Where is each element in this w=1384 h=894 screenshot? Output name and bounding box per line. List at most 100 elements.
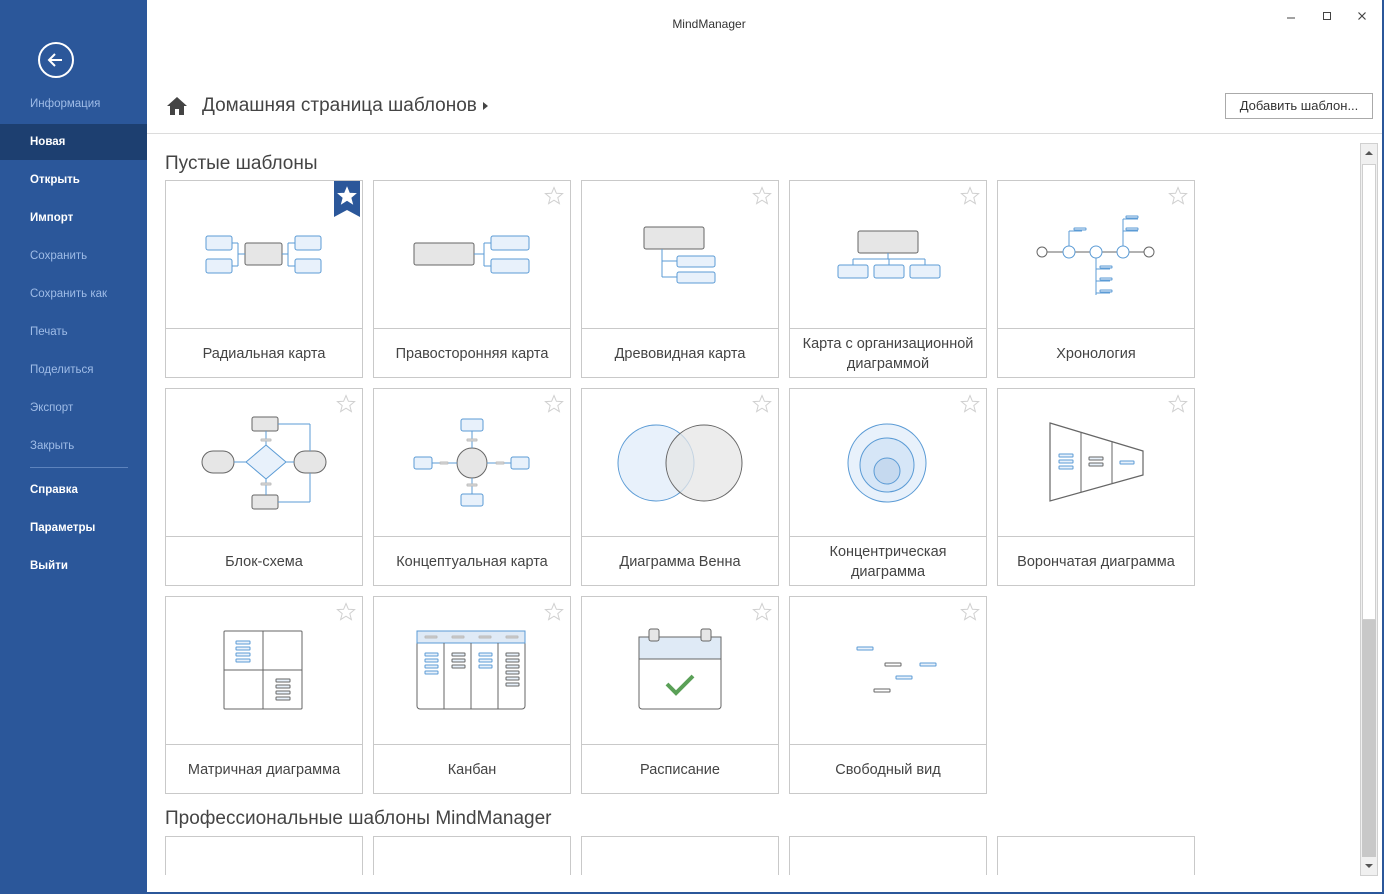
sidebar-item[interactable]: Параметры — [0, 510, 147, 546]
template-label: Диаграмма Венна — [619, 553, 741, 570]
concept-map-icon — [413, 418, 530, 507]
sidebar-item[interactable]: Новая — [0, 124, 147, 160]
star-icon — [960, 602, 980, 621]
funnel-icon — [1049, 422, 1144, 502]
add-template-button[interactable]: Добавить шаблон... — [1225, 93, 1373, 119]
template-card[interactable]: Концептуальная карта — [373, 388, 571, 586]
pro-template-card[interactable] — [997, 836, 1195, 875]
sidebar-divider — [30, 467, 128, 468]
template-thumbnail — [374, 181, 570, 329]
sidebar-item[interactable]: Импорт — [0, 200, 147, 236]
template-thumbnail — [582, 389, 778, 537]
favorite-star-button[interactable] — [960, 394, 980, 419]
sidebar-item[interactable]: Закрыть — [0, 428, 147, 464]
template-card[interactable]: Правосторонняя карта — [373, 180, 571, 378]
template-card[interactable]: Матричная диаграмма — [165, 596, 363, 794]
favorite-star-button[interactable] — [752, 186, 772, 211]
star-icon — [752, 186, 772, 205]
scroll-up-button[interactable] — [1361, 145, 1377, 161]
sidebar-item[interactable]: Справка — [0, 472, 147, 508]
home-icon[interactable] — [166, 96, 188, 116]
template-label: Радиальная карта — [202, 345, 326, 362]
sidebar-item[interactable]: Экспорт — [0, 390, 147, 426]
scroll-track[interactable] — [1362, 620, 1376, 857]
pro-template-card[interactable] — [789, 836, 987, 875]
pro-template-card[interactable] — [373, 836, 571, 875]
template-thumbnail — [790, 181, 986, 329]
sidebar-item[interactable]: Информация — [0, 86, 147, 122]
sidebar-item[interactable]: Печать — [0, 314, 147, 350]
favorite-star-button[interactable] — [960, 186, 980, 211]
favorite-star-button[interactable] — [336, 394, 356, 419]
template-label: Хронология — [1056, 345, 1136, 362]
star-icon — [960, 394, 980, 413]
template-thumbnail — [374, 597, 570, 745]
sidebar-item[interactable]: Поделиться — [0, 352, 147, 388]
template-card[interactable]: Хронология — [997, 180, 1195, 378]
section-title-blank: Пустые шаблоны — [165, 153, 318, 174]
template-label: Концептуальная карта — [396, 553, 548, 570]
sidebar-item[interactable]: Сохранить — [0, 238, 147, 274]
template-thumbnail — [582, 181, 778, 329]
template-thumbnail — [166, 597, 362, 745]
maximize-button[interactable] — [1317, 6, 1337, 26]
star-icon — [336, 394, 356, 413]
template-label: Древовидная карта — [614, 345, 746, 362]
template-gallery: Пустые шаблоны Радиальная карта Правостор… — [147, 135, 1382, 875]
favorite-star-button[interactable] — [544, 602, 564, 627]
template-thumbnail — [166, 389, 362, 537]
template-card[interactable]: Карта с организационной диаграммой — [789, 180, 987, 378]
template-card[interactable]: Радиальная карта — [165, 180, 363, 378]
template-label: Блок-схема — [225, 553, 303, 570]
breadcrumb-chevron-icon[interactable] — [483, 102, 488, 110]
favorite-star-button[interactable] — [544, 394, 564, 419]
star-icon — [544, 186, 564, 205]
favorite-star-button[interactable] — [960, 602, 980, 627]
template-label: Правосторонняя карта — [395, 345, 549, 362]
pro-template-card[interactable] — [581, 836, 779, 875]
template-card[interactable]: Диаграмма Венна — [581, 388, 779, 586]
close-icon — [1358, 12, 1366, 20]
star-icon — [752, 602, 772, 621]
star-icon — [1168, 394, 1188, 413]
right-map-icon — [413, 235, 530, 274]
favorite-star-button[interactable] — [752, 602, 772, 627]
template-thumbnail — [166, 181, 362, 329]
sidebar-item[interactable]: Выйти — [0, 548, 147, 584]
back-button[interactable] — [38, 42, 74, 78]
template-card[interactable]: Воронча­тая диаграмма — [997, 388, 1195, 586]
timeline-icon — [1036, 215, 1155, 295]
sidebar-item[interactable]: Сохранить как — [0, 276, 147, 312]
favorite-star-button[interactable] — [336, 602, 356, 627]
kanban-icon — [416, 630, 526, 710]
favorite-star-button[interactable] — [1168, 186, 1188, 211]
vertical-scrollbar[interactable] — [1360, 143, 1378, 876]
backstage-sidebar: Информация Новая Открыть Импорт Сохранить Сох… — [0, 0, 147, 894]
template-card[interactable]: Блок-схема — [165, 388, 363, 586]
star-icon — [336, 602, 356, 621]
template-card[interactable]: Расписание — [581, 596, 779, 794]
template-card[interactable]: Концентрическая диаграмма — [789, 388, 987, 586]
minimize-button[interactable] — [1281, 6, 1301, 26]
template-label: Свободный вид — [835, 761, 941, 778]
template-card[interactable]: Свободный вид — [789, 596, 987, 794]
radial-map-icon — [205, 235, 322, 274]
favorite-star-button[interactable] — [1168, 394, 1188, 419]
breadcrumb[interactable]: Домашняя страница шаблонов — [202, 95, 477, 117]
schedule-icon — [638, 628, 722, 710]
star-icon — [544, 394, 564, 413]
favorite-star-button[interactable] — [752, 394, 772, 419]
template-card[interactable]: Канбан — [373, 596, 571, 794]
pro-template-card[interactable] — [165, 836, 363, 875]
sidebar-item[interactable]: Открыть — [0, 162, 147, 198]
scroll-down-button[interactable] — [1361, 858, 1377, 874]
star-icon — [1168, 186, 1188, 205]
close-button[interactable] — [1352, 6, 1372, 26]
favorite-ribbon[interactable] — [334, 181, 360, 222]
star-icon — [960, 186, 980, 205]
favorite-star-button[interactable] — [544, 186, 564, 211]
top-bar: MindManager Домашняя страница шаблонов Д… — [147, 0, 1382, 134]
scroll-thumb[interactable] — [1362, 164, 1376, 620]
template-card[interactable]: Древовидная карта — [581, 180, 779, 378]
template-label: Матричная диаграмма — [187, 761, 341, 778]
